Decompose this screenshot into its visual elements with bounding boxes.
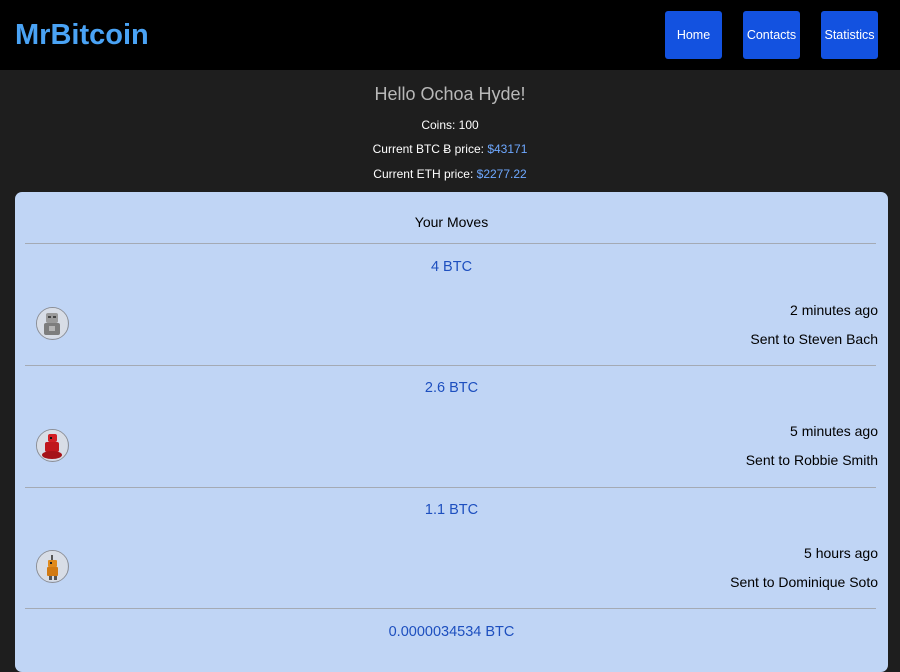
nav-contacts-button[interactable]: Contacts [743,11,800,59]
move-amount: 2.6 BTC [424,380,479,396]
move-amount: 1.1 BTC [424,502,479,518]
move-recipient: Sent to Dominique Soto [730,574,878,590]
nav-home-button[interactable]: Home [665,11,722,59]
move-recipient: Sent to Robbie Smith [745,452,878,468]
orange-robot-icon [36,550,69,583]
red-robot-icon [36,429,69,462]
move-time: 5 hours ago [804,545,878,561]
nav-statistics-button[interactable]: Statistics [821,11,878,59]
gray-robot-icon [36,307,69,340]
move-amount: 4 BTC [430,259,473,275]
user-greeting: Hello Ochoa Hyde! [374,84,526,104]
app-header: MrBitcoin Home Contacts Statistics [0,0,900,70]
move-amount: 0.0000034534 BTC [388,624,515,640]
eth-price-label: Current ETH price: [373,167,474,181]
eth-price-value: $2277.22 [476,167,527,181]
app-logo[interactable]: MrBitcoin [15,17,149,53]
move-time: 2 minutes ago [790,302,878,318]
btc-price-line: Current BTC Ƀ price: $43171 [0,142,900,156]
divider [25,243,876,244]
move-recipient: Sent to Steven Bach [750,331,878,347]
moves-panel: Your Moves 4 BTC 2 minutes ago Sent to S… [15,192,888,672]
moves-title: Your Moves [414,214,489,230]
coins-balance: Coins: 100 [421,118,479,132]
divider [25,365,876,366]
divider [25,608,876,609]
btc-price-value: $43171 [487,142,528,156]
btc-price-label: Current BTC Ƀ price: [372,142,484,156]
divider [25,487,876,488]
eth-price-line: Current ETH price: $2277.22 [0,167,900,181]
move-time: 5 minutes ago [790,423,878,439]
